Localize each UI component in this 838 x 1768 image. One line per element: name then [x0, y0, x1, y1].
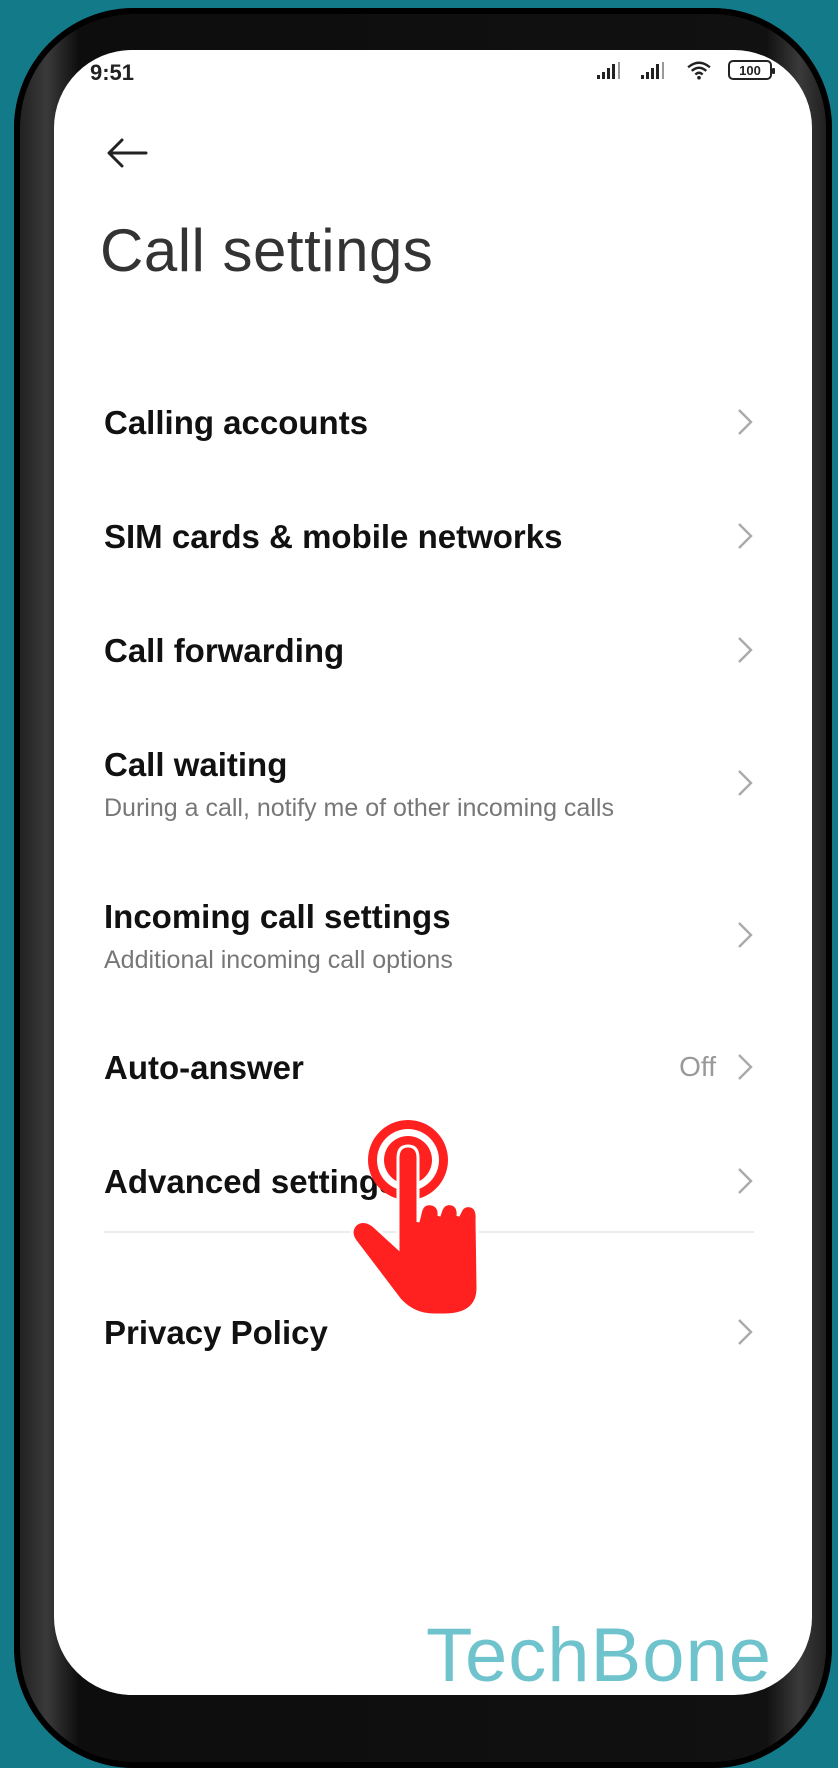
status-time: 9:51: [90, 60, 135, 85]
settings-item-auto-answer[interactable]: Auto-answer Off: [54, 1005, 812, 1105]
status-bar: 9:51 100: [54, 50, 812, 100]
settings-item-label: Call forwarding: [104, 632, 345, 669]
chevron-right-icon: [738, 770, 753, 796]
battery-icon: 100: [728, 60, 775, 80]
settings-item-sim-cards[interactable]: SIM cards & mobile networks: [54, 474, 812, 574]
settings-item-subtitle: Additional incoming call options: [104, 946, 453, 974]
settings-item-label: SIM cards & mobile networks: [104, 518, 563, 555]
back-arrow-icon[interactable]: [102, 128, 152, 178]
settings-item-label: Auto-answer: [104, 1049, 304, 1086]
signal-icon: [597, 62, 620, 79]
settings-item-calling-accounts[interactable]: Calling accounts: [54, 360, 812, 460]
wifi-icon: [687, 61, 711, 80]
page-title: Call settings: [100, 217, 434, 284]
chevron-right-icon: [738, 637, 753, 663]
chevron-right-icon: [738, 922, 753, 948]
settings-item-incoming-call-settings[interactable]: Incoming call settings Additional incomi…: [54, 854, 812, 984]
tap-hand-icon: [350, 1120, 480, 1315]
chevron-right-icon: [738, 1319, 753, 1345]
chevron-right-icon: [738, 1168, 753, 1194]
chevron-right-icon: [738, 523, 753, 549]
settings-item-value: Off: [679, 1051, 716, 1082]
settings-item-call-forwarding[interactable]: Call forwarding: [54, 588, 812, 688]
watermark: TechBone: [425, 1613, 772, 1695]
settings-item-label: Calling accounts: [104, 404, 369, 441]
settings-item-call-waiting[interactable]: Call waiting During a call, notify me of…: [54, 702, 812, 832]
settings-item-label: Incoming call settings: [104, 898, 451, 935]
settings-item-subtitle: During a call, notify me of other incomi…: [104, 794, 614, 822]
status-icons: 100: [596, 60, 775, 80]
signal-icon: [641, 62, 664, 79]
settings-item-label: Call waiting: [104, 746, 288, 783]
phone-screen: 9:51 100 Call settings Calling accounts …: [54, 50, 812, 1695]
settings-item-label: Privacy Policy: [104, 1314, 328, 1351]
chevron-right-icon: [738, 409, 753, 435]
chevron-right-icon: [738, 1054, 753, 1080]
